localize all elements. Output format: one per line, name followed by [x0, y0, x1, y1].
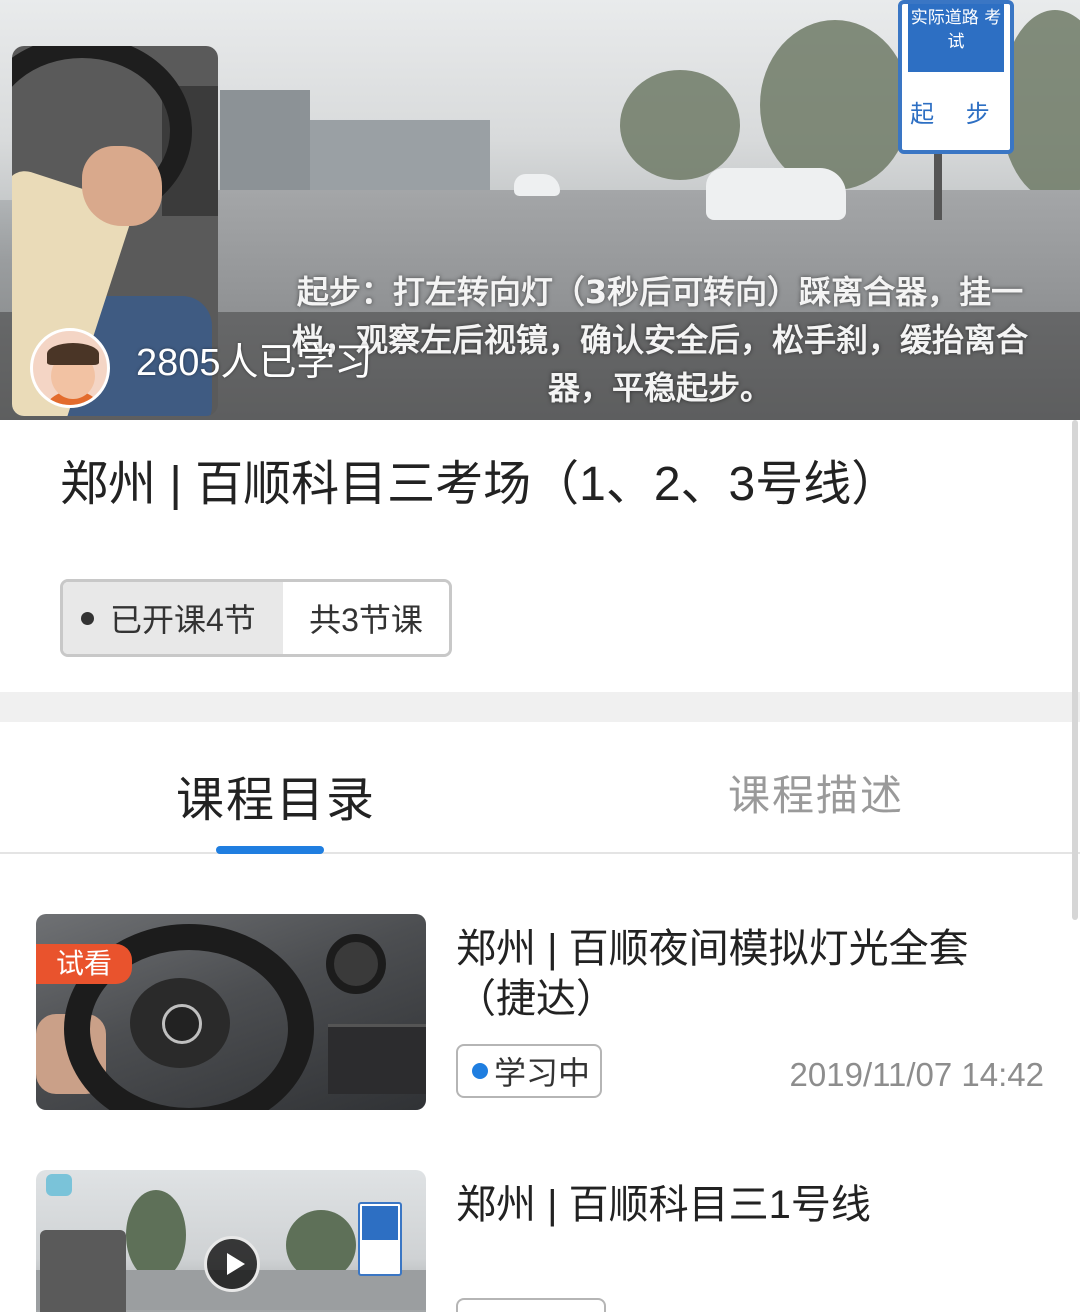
- trial-badge: 试看: [36, 944, 132, 984]
- total-lessons: 共3节课: [283, 582, 449, 654]
- thumb-driver-inset: [40, 1230, 126, 1312]
- inset-hand: [82, 146, 162, 226]
- scenery-tree: [760, 20, 910, 190]
- tab-catalog[interactable]: 课程目录: [176, 760, 376, 830]
- thumb-radio: [328, 1024, 426, 1094]
- lesson-count-chip: 已开课4节 共3节课: [60, 579, 452, 657]
- video-caption: 起步：打左转向灯（3秒后可转向）踩离合器，挂一档，观察左后视镜，确认安全后，松手…: [291, 273, 1028, 407]
- lesson-thumbnail[interactable]: [36, 1170, 426, 1312]
- learner-avatar: [30, 328, 110, 408]
- opened-lessons-label: 已开课4节: [110, 602, 256, 638]
- cloud-icon: [46, 1174, 72, 1196]
- lesson-title: 郑州 | 百顺科目三1号线: [456, 1183, 871, 1227]
- scenery-building: [310, 120, 490, 200]
- status-badge: [456, 1298, 606, 1312]
- course-title: 郑州 | 百顺科目三考场（1、2、3号线）: [60, 458, 900, 511]
- scenery-car: [514, 174, 560, 196]
- scrollbar[interactable]: [1072, 420, 1078, 920]
- lesson-timestamp: 2019/11/07 14:42: [789, 1056, 1044, 1093]
- course-tabs: 课程目录 课程描述: [0, 722, 1080, 854]
- lesson-title: 郑州 | 百顺夜间模拟灯光全套（捷达）: [456, 927, 969, 1021]
- thumb-road-sign: [358, 1202, 402, 1276]
- status-badge: 学习中: [456, 1044, 603, 1098]
- lesson-item[interactable]: 郑州 | 百顺科目三1号线: [0, 1168, 1080, 1312]
- active-tab-indicator: [216, 846, 324, 854]
- play-icon[interactable]: [204, 1236, 260, 1292]
- sign-bottom-text: 起 步: [910, 100, 1002, 128]
- thumb-air-vent: [326, 934, 386, 994]
- exam-road-sign: 实际道路 考 试 起 步: [898, 0, 1014, 154]
- vw-logo-icon: [162, 1004, 202, 1044]
- opened-lessons: 已开课4节: [63, 582, 283, 654]
- total-lessons-label: 共3节课: [309, 602, 423, 638]
- thumb-tree: [126, 1190, 186, 1280]
- sign-panel: [362, 1206, 398, 1240]
- course-video-banner[interactable]: 实际道路 考 试 起 步 起步：打左转向灯（3秒后可转向）踩离合器，挂一档，观察…: [0, 0, 1080, 420]
- sign-pole: [934, 154, 942, 220]
- scenery-car: [706, 168, 846, 220]
- scenery-tree: [620, 70, 740, 180]
- avatar-hair: [47, 343, 99, 365]
- section-divider: [0, 692, 1080, 722]
- bullet-icon: [81, 611, 94, 625]
- tab-description[interactable]: 课程描述: [728, 762, 904, 823]
- status-label: 学习中: [494, 1055, 591, 1091]
- sign-top-text: 实际道路 考 试: [908, 4, 1004, 72]
- status-dot-icon: [472, 1063, 488, 1079]
- learner-count: 2805人已学习: [136, 342, 373, 384]
- lesson-item[interactable]: 郑州 | 百顺夜间模拟灯光全套（捷达） 学习中 2019/11/07 14:42: [0, 912, 1080, 1112]
